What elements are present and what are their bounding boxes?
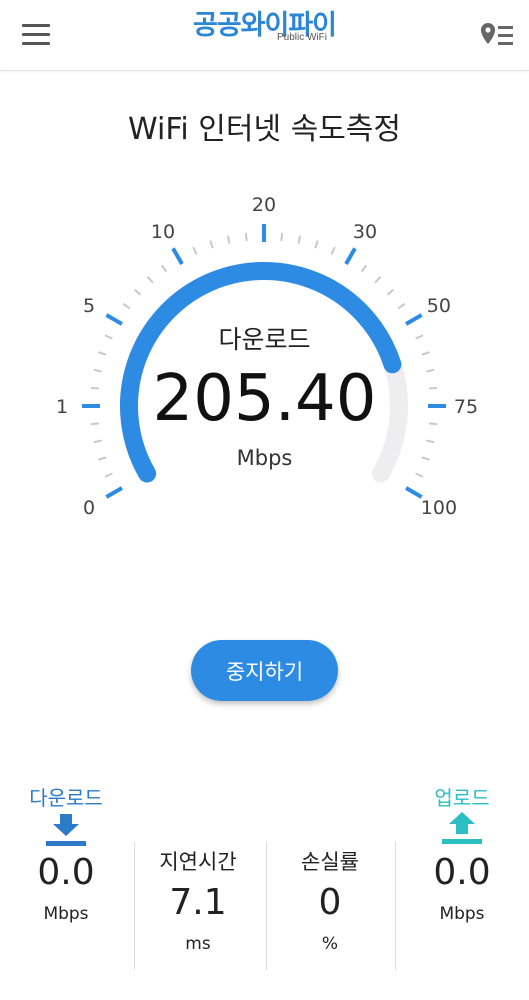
gauge-minor-tick [160, 264, 168, 273]
gauge-label: 다운로드 [218, 325, 311, 354]
gauge-minor-tick [226, 235, 231, 244]
logo-subtitle: Public WiFi [277, 32, 328, 43]
gauge-minor-tick [415, 472, 424, 478]
gauge-tick-label: 100 [421, 497, 457, 519]
divider [134, 842, 135, 970]
gauge-speed-value: 205.40 [152, 362, 377, 436]
stop-button[interactable]: 중지하기 [191, 640, 338, 701]
download-arrow-icon [46, 814, 86, 846]
map-list-icon[interactable] [479, 20, 515, 50]
speed-gauge: 0151020305075100 [56, 194, 478, 519]
upload-arrow-icon [442, 812, 482, 844]
gauge-minor-tick [360, 264, 368, 273]
gauge-minor-tick [330, 246, 336, 255]
app-header: 공공와이파이 Public WiFi [0, 0, 529, 71]
gauge-minor-tick [397, 302, 406, 310]
gauge-minor-tick [314, 240, 319, 249]
download-label: 다운로드 [29, 786, 103, 810]
divider [395, 842, 396, 970]
gauge-minor-tick [374, 276, 382, 284]
upload-label: 업로드 [434, 786, 490, 810]
gauge-major-tick [405, 486, 423, 499]
loss-value: 0 [318, 882, 342, 923]
page-title: WiFi 인터넷 속도측정 [127, 112, 402, 147]
gauge-tick-label: 5 [83, 295, 95, 317]
gauge-major-tick [344, 247, 357, 265]
gauge-major-tick [171, 247, 184, 265]
gauge-major-tick [105, 486, 123, 499]
gauge-tick-labels: 0151020305075100 [56, 194, 478, 519]
gauge-minor-tick [104, 472, 113, 478]
gauge-minor-tick [244, 232, 248, 242]
gauge-minor-tick [134, 288, 142, 296]
gauge-unit: Mbps [236, 446, 293, 470]
gauge-minor-tick [146, 276, 154, 284]
gauge-tick-label: 50 [427, 295, 451, 317]
gauge-minor-tick [122, 302, 131, 310]
gauge-minor-tick [386, 288, 394, 296]
gauge-tick-label: 10 [151, 221, 175, 243]
loss-label: 손실률 [301, 850, 359, 874]
gauge-minor-tick [280, 232, 284, 242]
gauge-minor-tick [209, 240, 214, 249]
gauge-minor-tick [93, 439, 102, 444]
upload-unit: Mbps [439, 904, 485, 924]
latency-value: 7.1 [169, 882, 227, 923]
gauge-tick-label: 0 [83, 497, 95, 519]
upload-value: 0.0 [433, 852, 491, 893]
divider [266, 842, 267, 970]
gauge-tick-label: 30 [353, 221, 377, 243]
logo-text: 공공와이파이 [192, 10, 337, 41]
download-value: 0.0 [37, 852, 95, 893]
download-unit: Mbps [43, 904, 89, 924]
gauge-minor-tick [297, 235, 302, 244]
latency-unit: ms [185, 934, 211, 954]
latency-label: 지연시간 [159, 850, 237, 874]
loss-unit: % [321, 934, 339, 954]
gauge-minor-tick [426, 439, 435, 444]
gauge-minor-tick [192, 246, 198, 255]
gauge-tick-label: 20 [252, 194, 276, 216]
app-logo: 공공와이파이 [0, 10, 529, 42]
